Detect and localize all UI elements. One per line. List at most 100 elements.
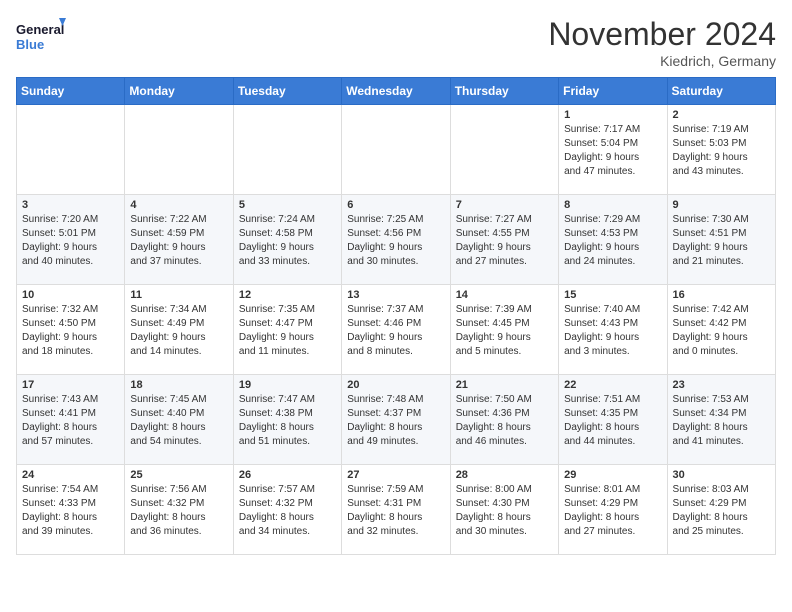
day-number: 14 bbox=[456, 289, 553, 301]
day-number: 30 bbox=[673, 469, 770, 481]
svg-text:General: General bbox=[16, 22, 64, 37]
day-info: Sunrise: 7:47 AMSunset: 4:38 PMDaylight:… bbox=[239, 393, 336, 449]
logo-svg: General Blue bbox=[16, 16, 66, 60]
calendar-cell: 2 Sunrise: 7:19 AMSunset: 5:03 PMDaylight… bbox=[667, 105, 775, 195]
day-info: Sunrise: 7:35 AMSunset: 4:47 PMDaylight:… bbox=[239, 303, 336, 359]
calendar-cell: 1 Sunrise: 7:17 AMSunset: 5:04 PMDaylight… bbox=[559, 105, 667, 195]
calendar-cell: 14 Sunrise: 7:39 AMSunset: 4:45 PMDayligh… bbox=[450, 285, 558, 375]
day-info: Sunrise: 7:22 AMSunset: 4:59 PMDaylight:… bbox=[130, 213, 227, 269]
day-number: 7 bbox=[456, 199, 553, 211]
calendar-cell: 6 Sunrise: 7:25 AMSunset: 4:56 PMDaylight… bbox=[342, 195, 450, 285]
day-info: Sunrise: 8:00 AMSunset: 4:30 PMDaylight:… bbox=[456, 483, 553, 539]
day-info: Sunrise: 7:32 AMSunset: 4:50 PMDaylight:… bbox=[22, 303, 119, 359]
day-number: 23 bbox=[673, 379, 770, 391]
day-info: Sunrise: 7:51 AMSunset: 4:35 PMDaylight:… bbox=[564, 393, 661, 449]
day-info: Sunrise: 7:29 AMSunset: 4:53 PMDaylight:… bbox=[564, 213, 661, 269]
calendar-cell: 13 Sunrise: 7:37 AMSunset: 4:46 PMDayligh… bbox=[342, 285, 450, 375]
day-number: 24 bbox=[22, 469, 119, 481]
day-info: Sunrise: 7:42 AMSunset: 4:42 PMDaylight:… bbox=[673, 303, 770, 359]
day-number: 11 bbox=[130, 289, 227, 301]
calendar-cell: 26 Sunrise: 7:57 AMSunset: 4:32 PMDayligh… bbox=[233, 465, 341, 555]
day-info: Sunrise: 7:19 AMSunset: 5:03 PMDaylight:… bbox=[673, 123, 770, 179]
calendar-cell: 8 Sunrise: 7:29 AMSunset: 4:53 PMDaylight… bbox=[559, 195, 667, 285]
calendar-cell: 28 Sunrise: 8:00 AMSunset: 4:30 PMDayligh… bbox=[450, 465, 558, 555]
calendar-cell: 18Sunrise: 7:45 AMSunset: 4:40 PMDayligh… bbox=[125, 375, 233, 465]
day-number: 3 bbox=[22, 199, 119, 211]
day-number: 16 bbox=[673, 289, 770, 301]
weekday-header: Saturday bbox=[667, 78, 775, 105]
calendar-cell: 27 Sunrise: 7:59 AMSunset: 4:31 PMDayligh… bbox=[342, 465, 450, 555]
calendar-cell: 19 Sunrise: 7:47 AMSunset: 4:38 PMDayligh… bbox=[233, 375, 341, 465]
calendar-cell: 20 Sunrise: 7:48 AMSunset: 4:37 PMDayligh… bbox=[342, 375, 450, 465]
day-number: 28 bbox=[456, 469, 553, 481]
day-info: Sunrise: 7:48 AMSunset: 4:37 PMDaylight:… bbox=[347, 393, 444, 449]
calendar-cell: 23Sunrise: 7:53 AMSunset: 4:34 PMDayligh… bbox=[667, 375, 775, 465]
day-info: Sunrise: 7:30 AMSunset: 4:51 PMDaylight:… bbox=[673, 213, 770, 269]
day-number: 10 bbox=[22, 289, 119, 301]
day-info: Sunrise: 7:39 AMSunset: 4:45 PMDaylight:… bbox=[456, 303, 553, 359]
day-info: Sunrise: 7:50 AMSunset: 4:36 PMDaylight:… bbox=[456, 393, 553, 449]
calendar-cell: 17Sunrise: 7:43 AMSunset: 4:41 PMDayligh… bbox=[17, 375, 125, 465]
calendar-cell: 25 Sunrise: 7:56 AMSunset: 4:32 PMDayligh… bbox=[125, 465, 233, 555]
calendar-cell: 4 Sunrise: 7:22 AMSunset: 4:59 PMDaylight… bbox=[125, 195, 233, 285]
day-number: 4 bbox=[130, 199, 227, 211]
calendar-cell: 22 Sunrise: 7:51 AMSunset: 4:35 PMDayligh… bbox=[559, 375, 667, 465]
calendar-cell: 7Sunrise: 7:27 AMSunset: 4:55 PMDaylight… bbox=[450, 195, 558, 285]
weekday-header: Sunday bbox=[17, 78, 125, 105]
calendar-cell: 30 Sunrise: 8:03 AMSunset: 4:29 PMDayligh… bbox=[667, 465, 775, 555]
day-number: 1 bbox=[564, 109, 661, 121]
day-info: Sunrise: 7:34 AMSunset: 4:49 PMDaylight:… bbox=[130, 303, 227, 359]
calendar-cell: 15Sunrise: 7:40 AMSunset: 4:43 PMDayligh… bbox=[559, 285, 667, 375]
calendar-cell: 3 Sunrise: 7:20 AMSunset: 5:01 PMDaylight… bbox=[17, 195, 125, 285]
day-info: Sunrise: 7:17 AMSunset: 5:04 PMDaylight:… bbox=[564, 123, 661, 179]
day-number: 27 bbox=[347, 469, 444, 481]
calendar-header-row: SundayMondayTuesdayWednesdayThursdayFrid… bbox=[17, 78, 776, 105]
day-number: 17 bbox=[22, 379, 119, 391]
calendar-week-row: 24 Sunrise: 7:54 AMSunset: 4:33 PMDayligh… bbox=[17, 465, 776, 555]
calendar-cell: 21 Sunrise: 7:50 AMSunset: 4:36 PMDayligh… bbox=[450, 375, 558, 465]
day-number: 8 bbox=[564, 199, 661, 211]
day-number: 22 bbox=[564, 379, 661, 391]
day-info: Sunrise: 7:56 AMSunset: 4:32 PMDaylight:… bbox=[130, 483, 227, 539]
calendar-week-row: 1 Sunrise: 7:17 AMSunset: 5:04 PMDaylight… bbox=[17, 105, 776, 195]
day-info: Sunrise: 7:54 AMSunset: 4:33 PMDaylight:… bbox=[22, 483, 119, 539]
day-info: Sunrise: 7:37 AMSunset: 4:46 PMDaylight:… bbox=[347, 303, 444, 359]
weekday-header: Tuesday bbox=[233, 78, 341, 105]
day-number: 29 bbox=[564, 469, 661, 481]
day-number: 25 bbox=[130, 469, 227, 481]
weekday-header: Monday bbox=[125, 78, 233, 105]
calendar-cell bbox=[342, 105, 450, 195]
calendar-cell: 10 Sunrise: 7:32 AMSunset: 4:50 PMDayligh… bbox=[17, 285, 125, 375]
day-info: Sunrise: 7:45 AMSunset: 4:40 PMDaylight:… bbox=[130, 393, 227, 449]
calendar-table: SundayMondayTuesdayWednesdayThursdayFrid… bbox=[16, 77, 776, 555]
day-number: 26 bbox=[239, 469, 336, 481]
day-number: 21 bbox=[456, 379, 553, 391]
calendar-cell: 24 Sunrise: 7:54 AMSunset: 4:33 PMDayligh… bbox=[17, 465, 125, 555]
calendar-week-row: 10 Sunrise: 7:32 AMSunset: 4:50 PMDayligh… bbox=[17, 285, 776, 375]
day-number: 12 bbox=[239, 289, 336, 301]
day-info: Sunrise: 7:24 AMSunset: 4:58 PMDaylight:… bbox=[239, 213, 336, 269]
day-info: Sunrise: 7:57 AMSunset: 4:32 PMDaylight:… bbox=[239, 483, 336, 539]
day-number: 6 bbox=[347, 199, 444, 211]
weekday-header: Friday bbox=[559, 78, 667, 105]
calendar-cell: 29 Sunrise: 8:01 AMSunset: 4:29 PMDayligh… bbox=[559, 465, 667, 555]
day-number: 2 bbox=[673, 109, 770, 121]
day-info: Sunrise: 7:20 AMSunset: 5:01 PMDaylight:… bbox=[22, 213, 119, 269]
day-info: Sunrise: 7:25 AMSunset: 4:56 PMDaylight:… bbox=[347, 213, 444, 269]
day-info: Sunrise: 7:40 AMSunset: 4:43 PMDaylight:… bbox=[564, 303, 661, 359]
title-block: November 2024 Kiedrich, Germany bbox=[548, 16, 776, 69]
day-number: 19 bbox=[239, 379, 336, 391]
day-info: Sunrise: 7:59 AMSunset: 4:31 PMDaylight:… bbox=[347, 483, 444, 539]
day-number: 20 bbox=[347, 379, 444, 391]
weekday-header: Wednesday bbox=[342, 78, 450, 105]
calendar-cell bbox=[125, 105, 233, 195]
month-title: November 2024 bbox=[548, 16, 776, 53]
weekday-header: Thursday bbox=[450, 78, 558, 105]
page-header: General Blue November 2024 Kiedrich, Ger… bbox=[16, 16, 776, 69]
day-info: Sunrise: 8:01 AMSunset: 4:29 PMDaylight:… bbox=[564, 483, 661, 539]
svg-text:Blue: Blue bbox=[16, 37, 44, 52]
day-info: Sunrise: 8:03 AMSunset: 4:29 PMDaylight:… bbox=[673, 483, 770, 539]
calendar-cell bbox=[450, 105, 558, 195]
day-number: 13 bbox=[347, 289, 444, 301]
calendar-cell: 16 Sunrise: 7:42 AMSunset: 4:42 PMDayligh… bbox=[667, 285, 775, 375]
